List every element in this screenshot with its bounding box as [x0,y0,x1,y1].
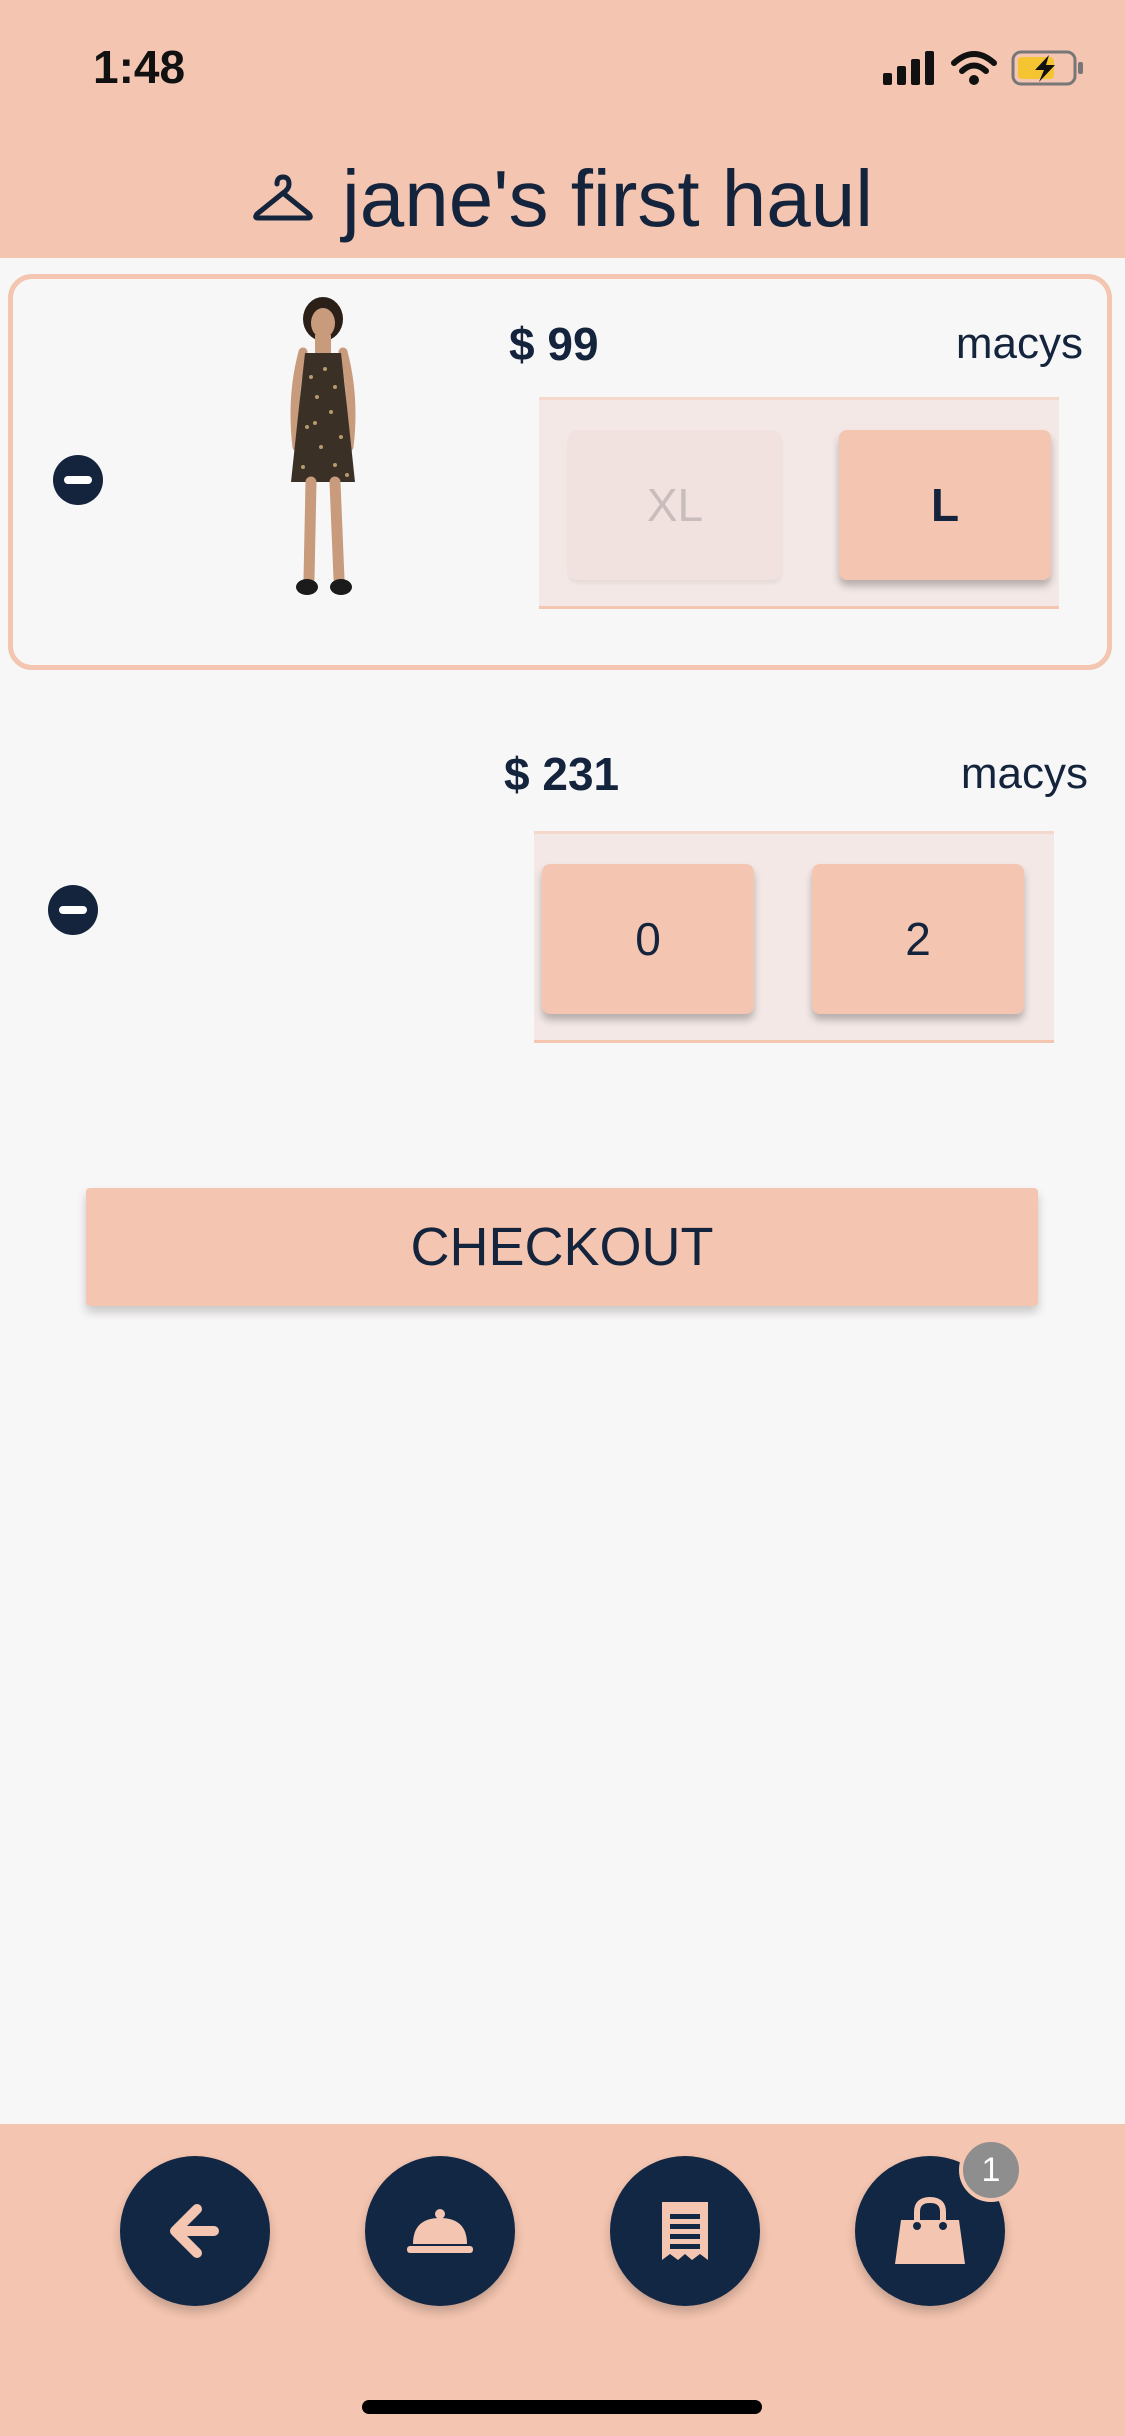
receipt-button[interactable] [610,2156,760,2306]
size-option-0[interactable]: 0 [542,864,754,1014]
header: jane's first haul [0,140,1125,258]
item-price: $ 231 [504,748,620,800]
back-arrow-icon [170,2204,219,2258]
battery-charging-icon [1011,50,1083,86]
status-bar: 1:48 [0,0,1125,140]
cart-item-2[interactable]: $ 231 macys 0 2 [8,709,1112,1105]
wifi-icon [951,51,997,85]
back-button[interactable] [120,2156,270,2306]
bottom-nav: 1 [0,2124,1125,2436]
item-price: $ 99 [509,318,599,370]
dress-product-image [290,297,356,595]
size-selector: 0 2 [534,831,1054,1043]
status-icons [883,48,1085,88]
title-wrap: jane's first haul [0,140,1125,258]
checkout-button[interactable]: CHECKOUT [86,1188,1038,1306]
cart-button[interactable]: 1 [855,2138,1023,2306]
size-option-xl[interactable]: XL [569,430,781,580]
service-button[interactable] [365,2156,515,2306]
size-option-l[interactable]: L [839,430,1051,580]
cart-item-1[interactable]: $ 99 macys XL L [8,274,1112,670]
size-option-2[interactable]: 2 [812,864,1024,1014]
status-time: 1:48 [93,41,186,93]
home-indicator [362,2400,762,2414]
service-bell-icon [407,2209,473,2253]
shopping-bag-icon [895,2196,965,2264]
item-store: macys [960,749,1088,798]
hanger-icon [253,174,313,221]
page-title: jane's first haul [341,154,874,243]
cart-badge: 1 [959,2138,1023,2202]
remove-item-icon[interactable] [51,453,105,507]
signal-icon [883,51,934,85]
receipt-icon [662,2202,708,2260]
remove-item-icon[interactable] [46,883,100,937]
size-selector: XL L [539,397,1059,609]
item-store: macys [955,319,1083,368]
